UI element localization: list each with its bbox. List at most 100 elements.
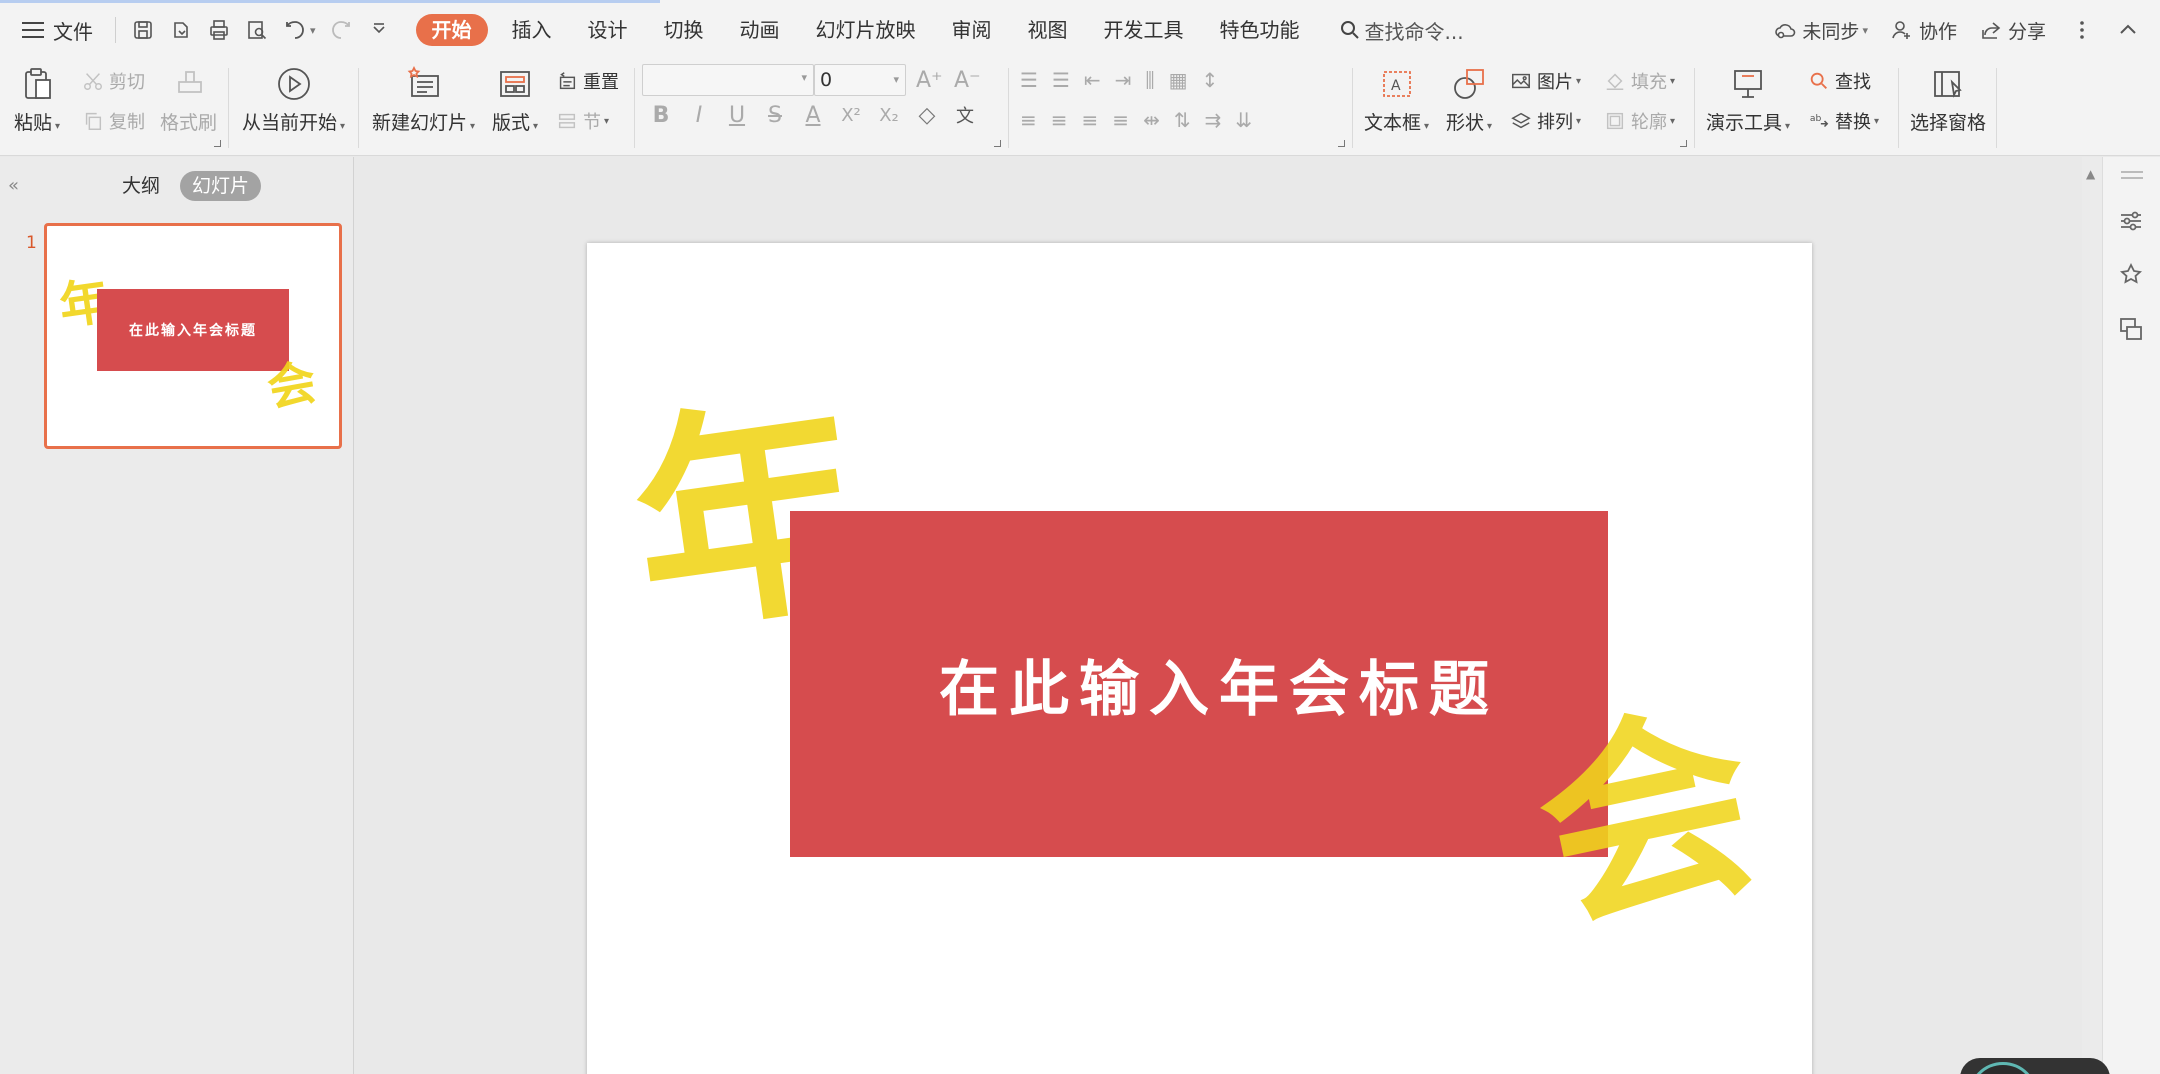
replace-label: 替换 <box>1835 112 1871 133</box>
section-button[interactable]: 节 ▾ <box>556 108 609 134</box>
copy-button[interactable]: 复制 <box>82 108 145 134</box>
tab-home[interactable]: 开始 <box>415 14 488 46</box>
print-preview-icon[interactable] <box>242 15 272 45</box>
text-direction-icon[interactable]: ⫼ <box>1145 68 1168 92</box>
align-left-icon[interactable]: ≡ <box>1020 108 1051 132</box>
presentation-tools-button[interactable]: 演示工具 ▾ <box>1706 64 1790 135</box>
arrange-label: 排列 <box>1537 112 1573 133</box>
bold-icon[interactable]: B <box>642 103 680 128</box>
selection-pane-button[interactable]: 选择窗格 <box>1910 64 1986 135</box>
scissors-icon <box>84 73 102 90</box>
tab-developer[interactable]: 开发工具 <box>1086 14 1202 46</box>
find-button[interactable]: 查找 <box>1808 68 1871 94</box>
new-slide-button[interactable]: 新建幻灯片 ▾ <box>372 64 475 135</box>
file-menu-button[interactable]: 文件 <box>0 0 107 60</box>
play-from-current-button[interactable]: 从当前开始 ▾ <box>242 64 345 135</box>
tab-animation[interactable]: 动画 <box>722 14 798 46</box>
replace-button[interactable]: ab 替换 ▾ <box>1808 108 1879 134</box>
subscript-icon[interactable]: X₂ <box>870 105 908 126</box>
layout-button[interactable]: 版式 ▾ <box>492 64 538 135</box>
clear-format-icon[interactable]: ◇ <box>908 103 946 128</box>
deco-character-hui[interactable]: 会 <box>1519 675 1776 960</box>
paste-button[interactable]: 粘贴 ▾ <box>14 64 60 135</box>
shape-button[interactable]: 形状 ▾ <box>1446 64 1492 135</box>
cut-button[interactable]: 剪切 <box>82 68 145 94</box>
tab-insert[interactable]: 插入 <box>494 14 570 46</box>
tab-outline[interactable]: 大纲 <box>110 171 172 201</box>
distribute-icon[interactable]: ⇹ <box>1143 108 1174 132</box>
font-dialog-launcher[interactable] <box>994 140 1001 147</box>
command-search[interactable]: 查找命令... <box>1338 16 1464 45</box>
bullet-list-icon[interactable]: ☰ <box>1020 68 1052 92</box>
slide-thumbnail[interactable]: 年 在此输入年会标题 会 <box>44 223 342 449</box>
drawing-dialog-launcher[interactable] <box>1680 140 1687 147</box>
collaborate-button[interactable]: 协作 <box>1890 17 1957 44</box>
italic-icon[interactable]: I <box>680 103 718 128</box>
strikethrough-icon[interactable]: S <box>756 103 794 128</box>
print-icon[interactable] <box>204 15 234 45</box>
clipboard-dialog-launcher[interactable] <box>214 140 221 147</box>
more-options-icon[interactable] <box>2068 16 2096 44</box>
font-size-value: 0 <box>820 69 833 91</box>
paragraph-spacing-icon[interactable]: ⇅ <box>1174 108 1205 132</box>
text-format-row: B I U S A X² X₂ ◇ 文 <box>642 102 984 128</box>
increase-indent-icon[interactable]: ⇥ <box>1115 68 1146 92</box>
customize-toolbar-icon[interactable] <box>364 15 394 45</box>
tab-slideshow[interactable]: 幻灯片放映 <box>798 14 934 46</box>
superscript-icon[interactable]: X² <box>832 105 870 126</box>
arrange-button[interactable]: 排列 ▾ <box>1510 108 1581 134</box>
tab-view[interactable]: 视图 <box>1010 14 1086 46</box>
paragraph-dialog-launcher[interactable] <box>1338 140 1345 147</box>
text-box-button[interactable]: A 文本框 ▾ <box>1364 64 1429 135</box>
slide-switch-icon[interactable] <box>2117 315 2145 343</box>
columns-icon[interactable]: ▦ <box>1169 68 1202 92</box>
phonetic-guide-icon[interactable]: 文 <box>946 102 984 128</box>
font-size-select[interactable]: 0 <box>814 64 906 96</box>
export-icon[interactable] <box>166 15 196 45</box>
font-family-select[interactable] <box>642 64 814 96</box>
tab-review[interactable]: 审阅 <box>934 14 1010 46</box>
line-spacing-icon[interactable]: ↕ <box>1202 68 1233 92</box>
save-icon[interactable] <box>128 15 158 45</box>
increase-font-size-button[interactable]: A⁺ <box>916 68 943 93</box>
reset-button[interactable]: 重置 <box>556 68 619 94</box>
tab-special-features[interactable]: 特色功能 <box>1202 14 1318 46</box>
floating-assistant-button[interactable] <box>1960 1058 2110 1074</box>
fill-button[interactable]: 填充 ▾ <box>1604 68 1675 94</box>
align-center-icon[interactable]: ≡ <box>1051 108 1082 132</box>
animation-star-icon[interactable] <box>2117 261 2145 289</box>
reset-icon <box>559 72 576 90</box>
tab-slides[interactable]: 幻灯片 <box>180 171 262 201</box>
smart-align-icon[interactable]: ⇊ <box>1235 108 1266 132</box>
underline-icon[interactable]: U <box>718 103 756 128</box>
slide-canvas[interactable]: 年 在此输入年会标题 会 <box>587 243 1812 1074</box>
slide-title[interactable]: 在此输入年会标题 <box>790 511 1608 857</box>
numbered-list-icon[interactable]: ☰ <box>1052 68 1084 92</box>
decrease-font-size-button[interactable]: A⁻ <box>954 68 981 93</box>
settings-sliders-icon[interactable] <box>2117 207 2145 235</box>
scroll-up-icon[interactable]: ▲ <box>2086 167 2095 181</box>
justify-icon[interactable]: ≡ <box>1112 108 1143 132</box>
format-painter-button[interactable]: 格式刷 <box>160 64 217 135</box>
collapse-ribbon-icon[interactable] <box>2114 16 2142 44</box>
chevron-down-icon: ▾ <box>55 121 61 132</box>
font-color-icon[interactable]: A <box>794 103 832 128</box>
tab-transitions[interactable]: 切换 <box>646 14 722 46</box>
sync-status-button[interactable]: 未同步 ▾ <box>1773 17 1868 44</box>
decrease-indent-icon[interactable]: ⇤ <box>1084 68 1115 92</box>
align-right-icon[interactable]: ≡ <box>1082 108 1113 132</box>
play-icon <box>274 64 314 104</box>
para-indent-icon[interactable]: ⇉ <box>1205 108 1236 132</box>
collapse-pane-icon[interactable]: « <box>8 175 19 196</box>
share-button[interactable]: 分享 <box>1979 17 2046 44</box>
tab-design[interactable]: 设计 <box>570 14 646 46</box>
picture-button[interactable]: 图片 ▾ <box>1510 68 1581 94</box>
grip-handle-icon[interactable] <box>2121 171 2143 179</box>
outline-button[interactable]: 轮廓 ▾ <box>1604 108 1675 134</box>
undo-dropdown-icon[interactable]: ▾ <box>310 24 316 37</box>
selection-pane-icon <box>1928 64 1968 104</box>
chevron-down-icon: ▾ <box>340 121 346 132</box>
vertical-scrollbar[interactable]: ▲ <box>2082 157 2102 1074</box>
search-icon <box>1340 21 1359 39</box>
undo-icon[interactable] <box>280 15 310 45</box>
